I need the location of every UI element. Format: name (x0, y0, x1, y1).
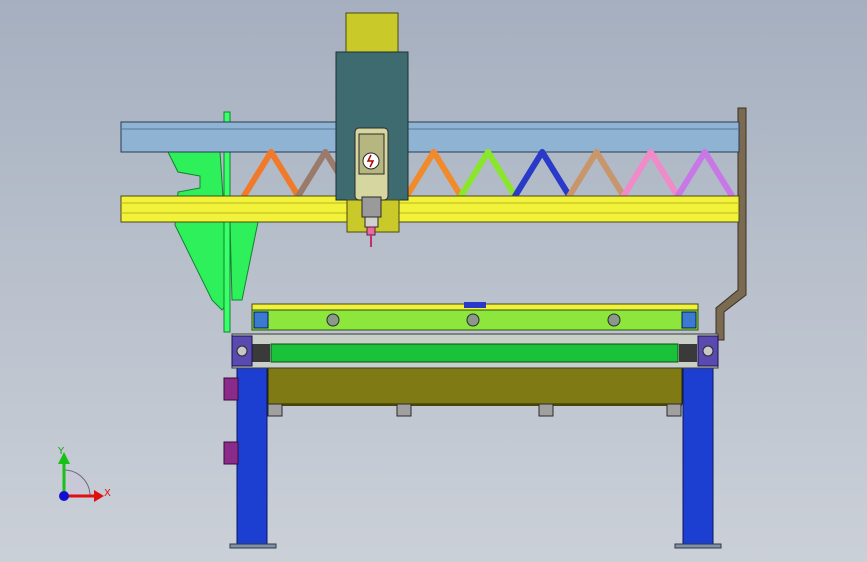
truss-diagonal (241, 149, 275, 199)
gantry-machine-model: Y X (57, 12, 747, 549)
truss-diagonal (268, 149, 302, 199)
truss-diagonal (566, 149, 600, 199)
truss-diagonal (647, 149, 681, 199)
truss-diagonal (295, 149, 329, 199)
truss-diagonal (430, 149, 464, 199)
tool-bit (366, 226, 376, 236)
bottom-beam (120, 195, 740, 223)
truss-diagonal (620, 149, 654, 199)
spindle-assembly (335, 12, 409, 247)
truss-diagonal (485, 149, 519, 199)
coordinate-triad: Y X (57, 446, 111, 502)
cad-viewport[interactable]: Y X (0, 0, 867, 562)
truss-diagonal (701, 149, 735, 199)
truss-diagonal (403, 149, 437, 199)
bed-middle-rail (231, 333, 719, 369)
truss-diagonal (593, 149, 627, 199)
x-axis-label: X (104, 488, 111, 499)
top-beam (120, 121, 740, 153)
truss-diagonal (457, 149, 491, 199)
truss-web (241, 149, 735, 199)
bed-top-rail (251, 302, 699, 331)
truss-diagonal (539, 149, 573, 199)
truss-diagonal (512, 149, 546, 199)
bed-lower-frame (267, 367, 683, 417)
truss-diagonal (674, 149, 708, 199)
y-axis-label: Y (57, 446, 65, 457)
